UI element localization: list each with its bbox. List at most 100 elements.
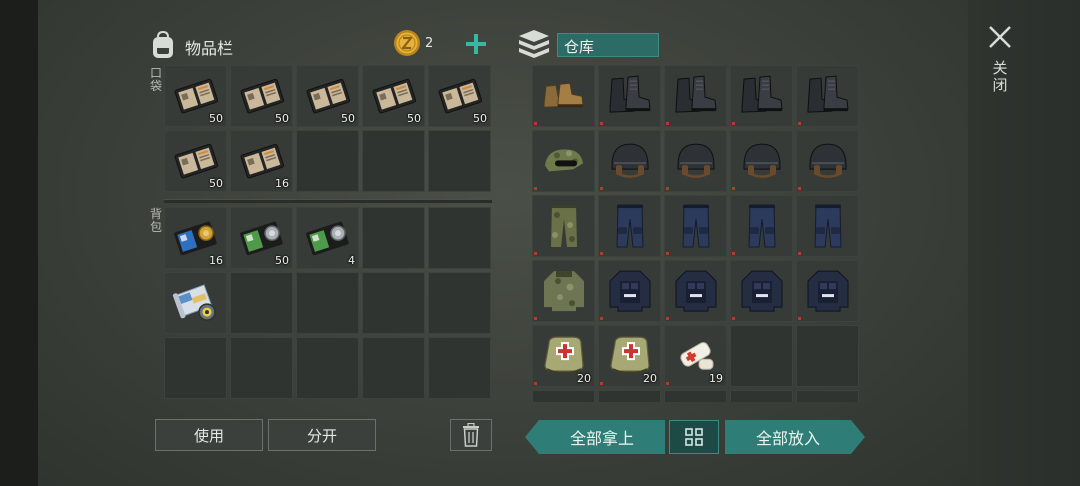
item-quantity: 20 [643, 372, 657, 385]
item-quantity: 50 [209, 177, 223, 190]
coin-count: 2 [425, 36, 434, 51]
warehouse-slot[interactable] [532, 195, 595, 257]
helmet-icon [743, 143, 780, 178]
durability-marker [798, 252, 801, 255]
backpack-slot[interactable]: 50 [230, 207, 293, 269]
warehouse-slot[interactable] [532, 390, 595, 402]
warehouse-slot[interactable] [796, 390, 859, 402]
warehouse-slot[interactable] [730, 130, 793, 192]
pocket-slot[interactable]: 50 [164, 130, 227, 192]
durability-marker [798, 317, 801, 320]
pocket-slot[interactable]: 50 [164, 65, 227, 127]
backpack-slot[interactable] [230, 337, 293, 399]
durability-marker [534, 122, 537, 125]
pocket-slot[interactable]: 50 [296, 65, 359, 127]
close-icon[interactable] [986, 23, 1014, 51]
durability-marker [798, 122, 801, 125]
warehouse-slot[interactable]: 20 [598, 325, 661, 387]
backpack-slot[interactable] [362, 207, 425, 269]
warehouse-slot[interactable] [730, 390, 793, 402]
wallet-dark-icon [174, 78, 218, 114]
take-all-button[interactable]: 全部拿上 [539, 420, 665, 454]
helmet-icon [677, 143, 714, 178]
backpack-slot[interactable] [428, 207, 491, 269]
item-quantity: 50 [275, 112, 289, 125]
backpack-slot[interactable] [296, 272, 359, 334]
section-divider [164, 199, 492, 203]
pants-navy-icon [615, 204, 644, 248]
warehouse-slot[interactable]: 19 [664, 325, 727, 387]
warehouse-slot[interactable] [598, 65, 661, 127]
badge-gold-icon [173, 221, 217, 256]
stack-icon [519, 30, 549, 58]
backpack-slot[interactable]: 4 [296, 207, 359, 269]
backpack-slot[interactable] [362, 337, 425, 399]
pocket-slot[interactable]: 50 [230, 65, 293, 127]
split-button[interactable]: 分开 [268, 419, 376, 451]
warehouse-slot[interactable] [796, 325, 859, 387]
durability-marker [732, 187, 735, 190]
item-quantity: 16 [275, 177, 289, 190]
warehouse-slot[interactable] [598, 195, 661, 257]
warehouse-slot[interactable] [598, 260, 661, 322]
warehouse-slot[interactable] [664, 65, 727, 127]
durability-marker [534, 252, 537, 255]
warehouse-slot[interactable] [664, 260, 727, 322]
durability-marker [534, 187, 537, 190]
pocket-slot[interactable] [296, 130, 359, 192]
backpack-slot[interactable] [296, 337, 359, 399]
vest-navy-icon [675, 270, 716, 312]
item-quantity: 19 [709, 372, 723, 385]
camo-cap-icon [544, 149, 583, 172]
item-quantity: 50 [407, 112, 421, 125]
backpack-slot[interactable]: 16 [164, 207, 227, 269]
trash-button[interactable] [450, 419, 492, 451]
wallet-dark-icon [306, 78, 350, 114]
backpack-slot[interactable] [428, 272, 491, 334]
warehouse-slot[interactable] [664, 130, 727, 192]
pants-camo-icon [550, 205, 577, 248]
boots-black-icon [741, 75, 783, 113]
boots-brown-icon [543, 82, 584, 108]
badge-silver-icon [305, 221, 349, 256]
pocket-slot[interactable]: 16 [230, 130, 293, 192]
warehouse-slot[interactable] [796, 130, 859, 192]
durability-marker [798, 187, 801, 190]
warehouse-scroll-area[interactable]: 20 20 19 [530, 65, 860, 402]
add-coins-button[interactable] [462, 30, 490, 58]
pocket-slot[interactable]: 50 [362, 65, 425, 127]
backpack-slot[interactable] [164, 272, 227, 334]
coin-icon [394, 30, 420, 56]
backpack-slot[interactable] [230, 272, 293, 334]
pocket-slot[interactable]: 50 [428, 65, 491, 127]
pocket-slot[interactable] [362, 130, 425, 192]
warehouse-slot[interactable] [730, 260, 793, 322]
warehouse-slot[interactable] [664, 390, 727, 402]
warehouse-slot[interactable] [730, 195, 793, 257]
inventory-title: 物品栏 [185, 39, 234, 58]
backpack-slot[interactable] [362, 272, 425, 334]
warehouse-slot[interactable]: 20 [532, 325, 595, 387]
backpack-slot[interactable] [428, 337, 491, 399]
badge-silver-icon [239, 221, 283, 256]
warehouse-slot[interactable] [532, 260, 595, 322]
backpack-slot[interactable] [164, 337, 227, 399]
pants-navy-icon [747, 204, 776, 248]
warehouse-slot[interactable] [664, 195, 727, 257]
pocket-slot[interactable] [428, 130, 491, 192]
warehouse-slot[interactable] [598, 390, 661, 402]
warehouse-slot[interactable] [532, 65, 595, 127]
warehouse-slot[interactable] [730, 325, 793, 387]
wallet-dark-icon [438, 78, 482, 114]
grid-view-button[interactable] [669, 420, 719, 454]
warehouse-slot[interactable] [532, 130, 595, 192]
use-button[interactable]: 使用 [155, 419, 263, 451]
warehouse-slot[interactable] [730, 65, 793, 127]
warehouse-slot[interactable] [598, 130, 661, 192]
close-label[interactable]: 关闭 [992, 60, 1008, 94]
warehouse-slot[interactable] [796, 260, 859, 322]
vest-navy-icon [807, 270, 848, 312]
warehouse-slot[interactable] [796, 195, 859, 257]
warehouse-slot[interactable] [796, 65, 859, 127]
put-all-button[interactable]: 全部放入 [725, 420, 851, 454]
